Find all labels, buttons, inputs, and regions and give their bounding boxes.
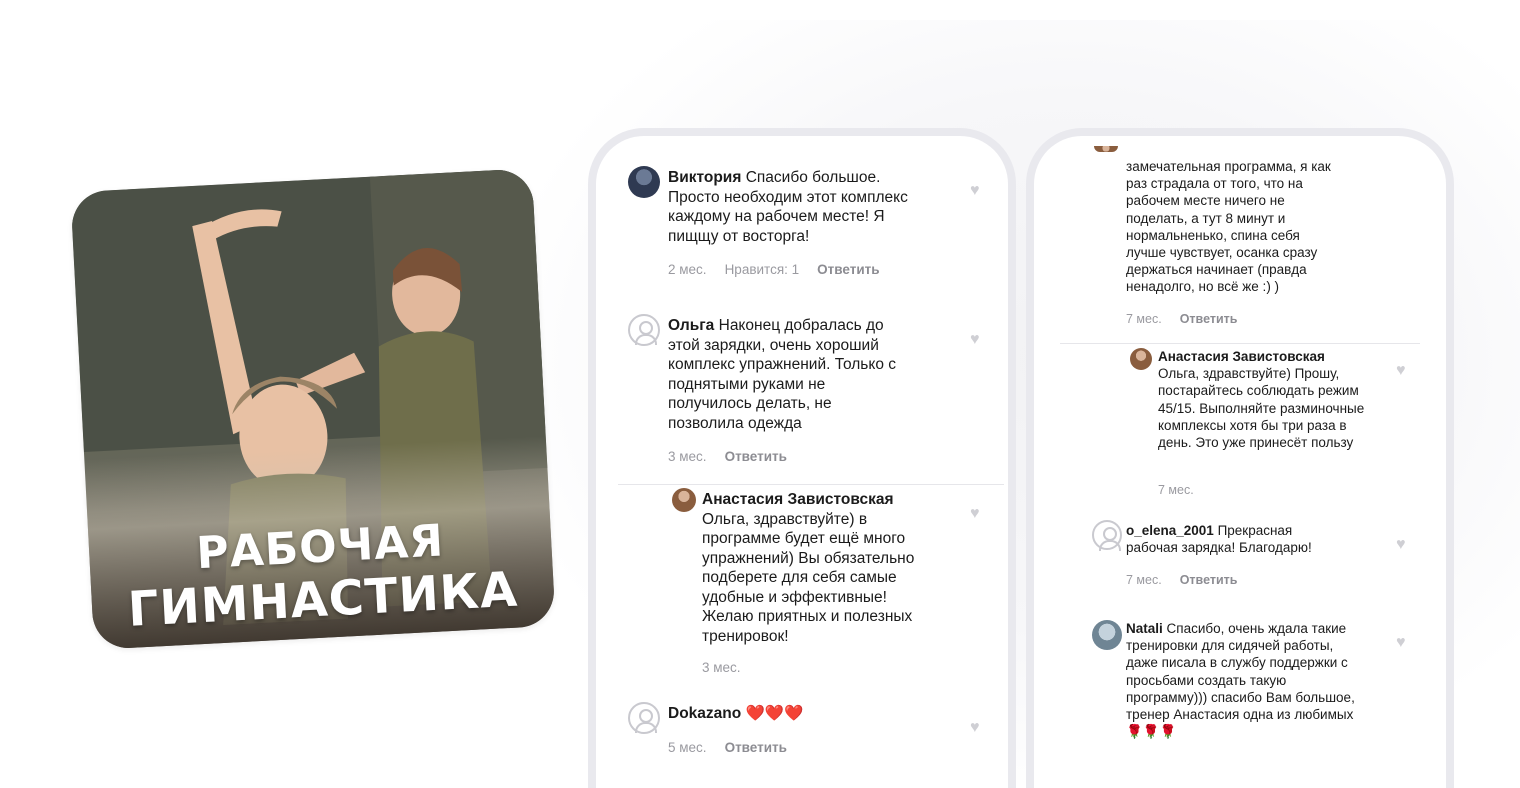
comment-author[interactable]: Natali — [1126, 621, 1163, 636]
comment-time: 7 мес. — [1126, 573, 1162, 587]
comment-text-block: Анастасия Завистовская Ольга, здравствуйт… — [702, 490, 938, 646]
reply-button[interactable]: Ответить — [725, 740, 787, 755]
comment-body: Спасибо, очень ждала такие тренировки дл… — [1126, 621, 1355, 740]
avatar[interactable] — [1130, 348, 1152, 370]
comment-body: Ольга, здравствуйте) в программе будет е… — [702, 510, 915, 645]
comment-text-block: o_elena_2001 Прекрасная рабочая зарядка!… — [1126, 522, 1346, 556]
comment-meta: 3 мес. — [702, 660, 759, 675]
promo-card: РАБОЧАЯ ГИМНАСТИКА — [70, 168, 556, 650]
avatar-placeholder-icon[interactable] — [1092, 520, 1122, 551]
comment-time: 3 мес. — [702, 660, 741, 675]
thread-divider — [1060, 343, 1420, 344]
comment-time: 7 мес. — [1126, 312, 1162, 326]
comment-author[interactable]: Анастасия Завистовская — [702, 491, 894, 508]
comment-body: Наконец добралась до этой зарядки, очень… — [668, 317, 897, 432]
phone-comments-left[interactable]: Виктория Спасибо большое. Просто необход… — [588, 128, 1016, 788]
comment-text-block: Dokazano ❤️❤️❤️ — [668, 704, 928, 724]
comment-text-block: Анастасия Завистовская Ольга, здравствуйт… — [1158, 348, 1374, 451]
comment-text-block: замечательная программа, я как раз страд… — [1126, 158, 1338, 296]
avatar-placeholder-icon[interactable] — [628, 314, 660, 346]
like-heart-icon[interactable] — [1396, 636, 1410, 649]
avatar-placeholder-icon[interactable] — [628, 702, 660, 734]
like-heart-icon[interactable] — [970, 507, 984, 520]
like-heart-icon[interactable] — [970, 333, 984, 346]
avatar[interactable] — [672, 488, 696, 512]
comment-author[interactable]: Анастасия Завистовская — [1158, 349, 1325, 364]
comment-author[interactable]: o_elena_2001 — [1126, 523, 1214, 538]
comment-time: 3 мес. — [668, 449, 707, 464]
comment-meta: 7 мес. — [1158, 483, 1212, 497]
reply-button[interactable]: Ответить — [817, 262, 879, 277]
like-heart-icon[interactable] — [1396, 364, 1410, 377]
comment-meta: 3 мес. Ответить — [668, 449, 805, 464]
comment-text-block: Ольга Наконец добралась до этой зарядки,… — [668, 316, 908, 433]
reply-button[interactable]: Ответить — [725, 449, 787, 464]
comment-body: Ольга, здравствуйте) Прошу, постарайтесь… — [1158, 366, 1365, 451]
comment-meta: 5 мес. Ответить — [668, 740, 805, 755]
comment-author[interactable]: Ольга — [668, 317, 714, 334]
avatar[interactable] — [1094, 146, 1118, 152]
comment-likes[interactable]: Нравится: 1 — [725, 262, 800, 277]
comment-body: замечательная программа, я как раз страд… — [1126, 159, 1331, 295]
comment-author[interactable]: Dokazano — [668, 705, 741, 722]
comment-time: 2 мес. — [668, 262, 707, 277]
comment-meta: 2 мес. Нравится: 1 Ответить — [668, 262, 898, 277]
reply-button[interactable]: Ответить — [1180, 312, 1238, 326]
like-heart-icon[interactable] — [970, 184, 984, 197]
thread-divider — [618, 484, 1004, 485]
reply-button[interactable]: Ответить — [1180, 573, 1238, 587]
avatar[interactable] — [1092, 620, 1122, 650]
like-heart-icon[interactable] — [970, 721, 984, 734]
comment-body: ❤️❤️❤️ — [741, 705, 804, 722]
comment-text-block: Виктория Спасибо большое. Просто необход… — [668, 168, 924, 246]
avatar[interactable] — [628, 166, 660, 198]
comment-time: 5 мес. — [668, 740, 707, 755]
comment-time: 7 мес. — [1158, 483, 1194, 497]
comment-meta: 7 мес. Ответить — [1126, 312, 1255, 326]
phone-comments-right[interactable]: замечательная программа, я как раз страд… — [1026, 128, 1454, 788]
comment-meta: 7 мес. Ответить — [1126, 573, 1255, 587]
comment-text-block: Natali Спасибо, очень ждала такие тренир… — [1126, 620, 1362, 740]
like-heart-icon[interactable] — [1396, 538, 1410, 551]
comment-author[interactable]: Виктория — [668, 169, 741, 186]
